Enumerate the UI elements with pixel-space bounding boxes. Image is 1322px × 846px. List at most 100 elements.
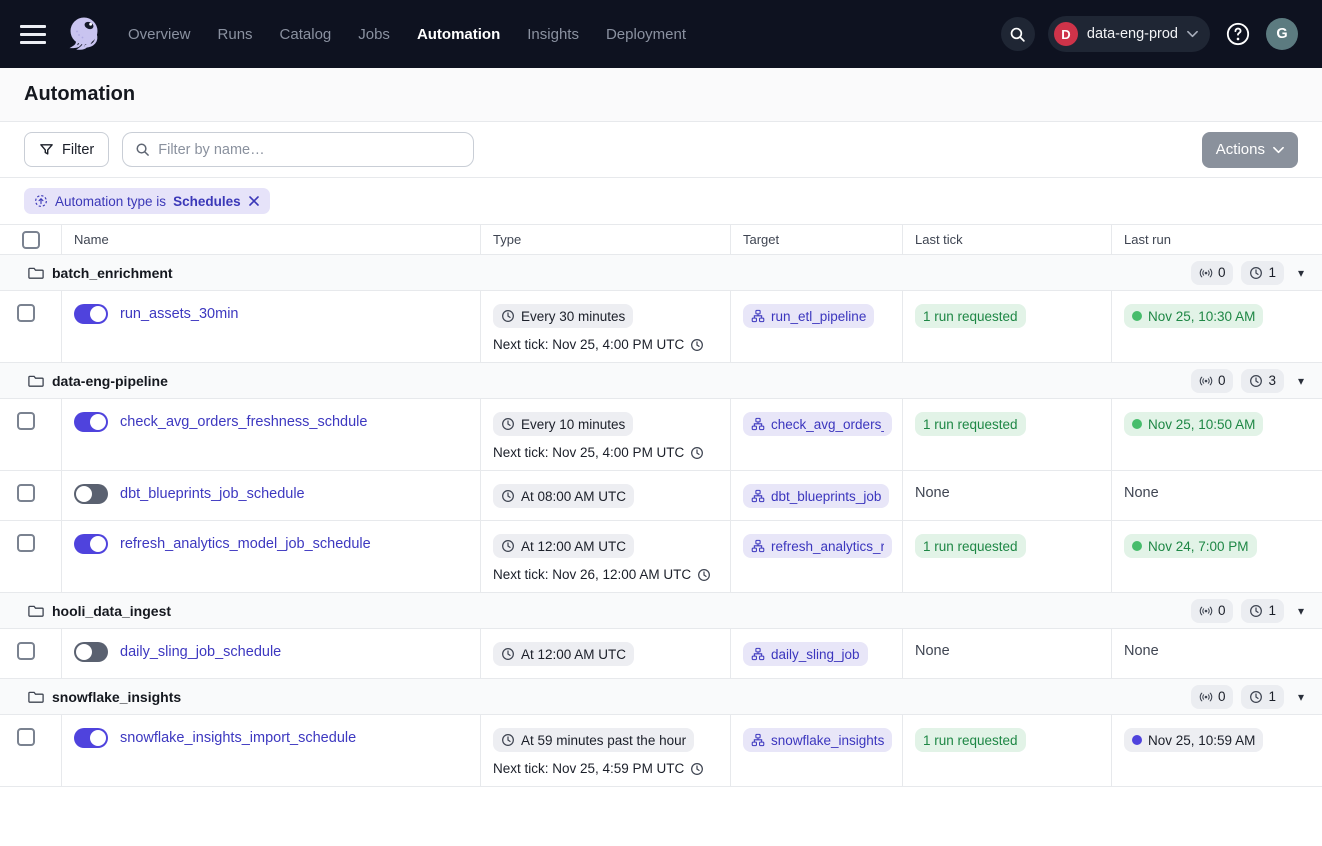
schedule-name-link[interactable]: snowflake_insights_import_schedule xyxy=(120,730,356,746)
menu-icon[interactable] xyxy=(20,25,46,44)
last-tick-none: None xyxy=(915,643,950,659)
last-run-status[interactable]: Nov 25, 10:30 AM xyxy=(1124,304,1263,328)
next-tick: Next tick: Nov 25, 4:00 PM UTC xyxy=(493,445,704,460)
run-started-dot xyxy=(1132,735,1142,745)
schedule-name-link[interactable]: refresh_analytics_model_job_schedule xyxy=(120,536,371,552)
sensor-count-badge: 0 xyxy=(1191,369,1234,393)
target-job-pill[interactable]: snowflake_insights xyxy=(743,728,892,752)
nav-deployment[interactable]: Deployment xyxy=(606,26,686,43)
clock-icon xyxy=(690,762,704,776)
help-button[interactable] xyxy=(1223,19,1253,49)
schedule-interval-pill: At 59 minutes past the hour xyxy=(493,728,694,752)
filter-chip-label: Automation type is xyxy=(55,194,166,209)
schedule-count-badge: 1 xyxy=(1241,261,1284,285)
user-avatar[interactable]: G xyxy=(1266,18,1298,50)
last-run-status[interactable]: Nov 25, 10:59 AM xyxy=(1124,728,1263,752)
table-row: daily_sling_job_schedule At 12:00 AM UTC… xyxy=(0,629,1322,679)
close-icon[interactable] xyxy=(248,195,260,207)
group-name: batch_enrichment xyxy=(52,265,173,281)
clock-icon xyxy=(501,309,515,323)
row-checkbox[interactable] xyxy=(17,728,35,746)
chevron-down-icon xyxy=(1187,30,1198,38)
schedule-name-link[interactable]: daily_sling_job_schedule xyxy=(120,644,281,660)
chevron-down-icon[interactable]: ▾ xyxy=(1298,691,1304,703)
filter-chip-value: Schedules xyxy=(173,194,241,209)
row-checkbox[interactable] xyxy=(17,484,35,502)
target-job-pill[interactable]: run_etl_pipeline xyxy=(743,304,874,328)
last-run-status[interactable]: Nov 24, 7:00 PM xyxy=(1124,534,1257,558)
table-row: refresh_analytics_model_job_schedule At … xyxy=(0,521,1322,593)
schedule-count-badge: 1 xyxy=(1241,685,1284,709)
target-job-pill[interactable]: refresh_analytics_r xyxy=(743,534,892,558)
actions-button-label: Actions xyxy=(1216,141,1265,158)
run-success-dot xyxy=(1132,541,1142,551)
schedule-interval-pill: Every 30 minutes xyxy=(493,304,633,328)
clock-icon xyxy=(690,338,704,352)
schedule-name-link[interactable]: check_avg_orders_freshness_schdule xyxy=(120,414,367,430)
folder-icon xyxy=(28,603,44,619)
last-tick-status: 1 run requested xyxy=(915,534,1026,558)
chevron-down-icon[interactable]: ▾ xyxy=(1298,375,1304,387)
nav-catalog[interactable]: Catalog xyxy=(280,26,332,43)
search-input[interactable] xyxy=(158,142,461,158)
clock-icon xyxy=(697,568,711,582)
target-job-pill[interactable]: check_avg_orders_ xyxy=(743,412,892,436)
toolbar: Filter Actions xyxy=(0,122,1322,178)
job-graph-icon xyxy=(751,539,765,553)
nav-automation[interactable]: Automation xyxy=(417,26,500,43)
filter-chip-automation-type[interactable]: Automation type is Schedules xyxy=(24,188,270,214)
table-header: Name Type Target Last tick Last run xyxy=(0,225,1322,255)
table-row: check_avg_orders_freshness_schdule Every… xyxy=(0,399,1322,471)
nav-jobs[interactable]: Jobs xyxy=(358,26,390,43)
nav-insights[interactable]: Insights xyxy=(527,26,579,43)
chevron-down-icon[interactable]: ▾ xyxy=(1298,267,1304,279)
last-run-status[interactable]: Nov 25, 10:50 AM xyxy=(1124,412,1263,436)
next-tick: Next tick: Nov 25, 4:00 PM UTC xyxy=(493,337,704,352)
top-nav: Overview Runs Catalog Jobs Automation In… xyxy=(0,0,1322,68)
last-run-none: None xyxy=(1124,485,1159,501)
column-header-last-tick: Last tick xyxy=(903,225,1112,254)
schedule-interval-pill: At 12:00 AM UTC xyxy=(493,534,634,558)
page-header: Automation xyxy=(0,68,1322,122)
nav-overview[interactable]: Overview xyxy=(128,26,191,43)
deployment-initial-badge: D xyxy=(1054,22,1078,46)
schedule-name-link[interactable]: run_assets_30min xyxy=(120,306,239,322)
last-tick-status: 1 run requested xyxy=(915,412,1026,436)
schedule-toggle[interactable] xyxy=(74,642,108,662)
target-job-pill[interactable]: daily_sling_job xyxy=(743,642,868,666)
job-graph-icon xyxy=(751,733,765,747)
schedule-toggle[interactable] xyxy=(74,728,108,748)
next-tick: Next tick: Nov 26, 12:00 AM UTC xyxy=(493,567,711,582)
group-row-batch-enrichment[interactable]: batch_enrichment 0 1 ▾ xyxy=(0,255,1322,291)
schedule-toggle[interactable] xyxy=(74,484,108,504)
schedule-name-link[interactable]: dbt_blueprints_job_schedule xyxy=(120,486,305,502)
schedule-toggle[interactable] xyxy=(74,412,108,432)
group-row-snowflake-insights[interactable]: snowflake_insights 0 1 ▾ xyxy=(0,679,1322,715)
group-row-data-eng-pipeline[interactable]: data-eng-pipeline 0 3 ▾ xyxy=(0,363,1322,399)
last-tick-none: None xyxy=(915,485,950,501)
row-checkbox[interactable] xyxy=(17,534,35,552)
actions-button[interactable]: Actions xyxy=(1202,132,1298,168)
column-header-target: Target xyxy=(731,225,903,254)
search-button[interactable] xyxy=(1001,17,1035,51)
dagster-logo-icon[interactable] xyxy=(64,13,106,55)
nav-runs[interactable]: Runs xyxy=(218,26,253,43)
search-icon xyxy=(1009,26,1026,43)
row-checkbox[interactable] xyxy=(17,642,35,660)
clock-icon xyxy=(1249,374,1263,388)
row-checkbox[interactable] xyxy=(17,412,35,430)
last-tick-status: 1 run requested xyxy=(915,728,1026,752)
schedule-toggle[interactable] xyxy=(74,534,108,554)
target-job-pill[interactable]: dbt_blueprints_job xyxy=(743,484,889,508)
deployment-switcher[interactable]: D data-eng-prod xyxy=(1048,16,1210,52)
sensor-count-badge: 0 xyxy=(1191,599,1234,623)
chevron-down-icon xyxy=(1273,146,1284,154)
row-checkbox[interactable] xyxy=(17,304,35,322)
schedule-toggle[interactable] xyxy=(74,304,108,324)
group-row-hooli-data-ingest[interactable]: hooli_data_ingest 0 1 ▾ xyxy=(0,593,1322,629)
chevron-down-icon[interactable]: ▾ xyxy=(1298,605,1304,617)
select-all-checkbox[interactable] xyxy=(22,231,40,249)
search-field[interactable] xyxy=(122,132,474,167)
folder-icon xyxy=(28,373,44,389)
filter-button[interactable]: Filter xyxy=(24,132,109,167)
